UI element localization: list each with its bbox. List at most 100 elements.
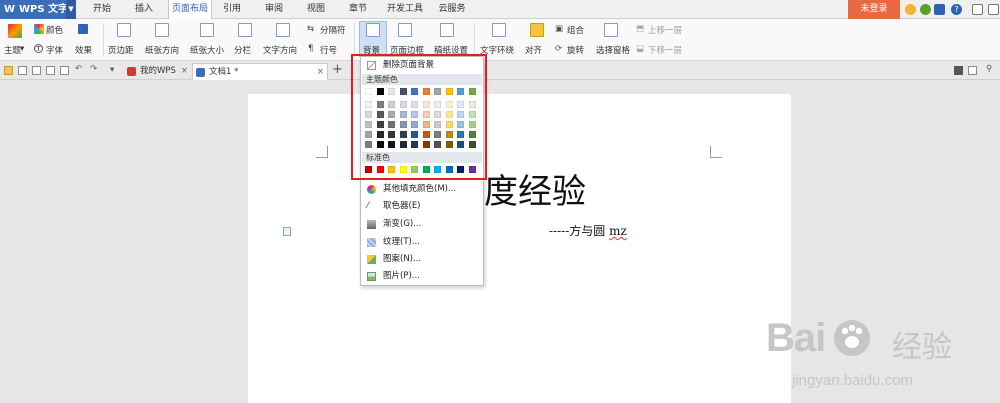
font-scheme-icon: [78, 24, 88, 34]
theme-dropdown-icon[interactable]: ▾: [20, 44, 24, 54]
help-icon[interactable]: ?: [951, 4, 962, 15]
align-button[interactable]: 对齐: [525, 44, 542, 56]
login-button[interactable]: 未登录: [848, 0, 900, 19]
document-author[interactable]: -----方与圆 mz: [549, 222, 627, 239]
export-pdf-icon[interactable]: [32, 66, 41, 75]
collapse-icon[interactable]: [968, 66, 977, 75]
app-name: WPS 文字: [19, 4, 69, 15]
send-backward-button[interactable]: 下移一层: [648, 44, 682, 56]
document-page[interactable]: [248, 94, 791, 403]
preview-icon[interactable]: [60, 66, 69, 75]
bring-forward-icon: ⬒: [636, 24, 645, 34]
baidu-paw-icon: [834, 320, 870, 356]
columns-button[interactable]: 分栏: [234, 44, 251, 56]
text-wrap-icon: [492, 23, 506, 37]
pattern-icon: [367, 255, 376, 264]
eyedropper-icon: ⁄: [367, 201, 369, 211]
selection-pane-icon: [604, 23, 618, 37]
color-button[interactable]: 颜色: [46, 24, 63, 36]
gradient-item[interactable]: 渐变(G)...: [361, 216, 483, 233]
margins-icon: [117, 23, 131, 37]
eyedropper-item[interactable]: ⁄ 取色器(E): [361, 198, 483, 215]
tab-home[interactable]: 开始: [88, 0, 116, 19]
background-icon: [366, 23, 380, 37]
doc-tab-document1[interactable]: 文档1 * ×: [192, 63, 328, 80]
paragraph-marker-icon[interactable]: [283, 227, 291, 236]
send-backward-icon: ⬓: [636, 44, 645, 54]
color-icon: [34, 24, 44, 34]
undo-icon[interactable]: ↶: [75, 64, 82, 74]
open-icon[interactable]: [4, 66, 13, 75]
pattern-item[interactable]: 图案(N)...: [361, 251, 483, 268]
doc-tab-label: 文档1 *: [209, 67, 239, 77]
wps-logo-icon: [127, 67, 136, 76]
rotate-icon: ⟳: [555, 44, 563, 54]
pattern-label: 图案(N)...: [383, 254, 422, 264]
tab-review[interactable]: 审阅: [258, 0, 290, 19]
divider: [474, 23, 475, 57]
minimize-ribbon-icon[interactable]: [972, 4, 983, 15]
doc-tab-label: 我的WPS: [140, 66, 176, 76]
separator-icon: ⇆: [307, 24, 315, 34]
document-title[interactable]: 度经验: [484, 164, 586, 213]
margin-corner-marker: [316, 146, 328, 158]
texture-item[interactable]: 纹理(T)...: [361, 234, 483, 251]
search-icon[interactable]: ⚲: [986, 64, 992, 74]
tab-references[interactable]: 引用: [218, 0, 246, 19]
save-icon[interactable]: [18, 66, 27, 75]
margins-button[interactable]: 页边距: [108, 44, 134, 56]
doc-tab-my-wps[interactable]: 我的WPS ×: [124, 63, 190, 80]
more-fill-colors-label: 其他填充颜色(M)...: [383, 184, 457, 194]
tab-developer[interactable]: 开发工具: [383, 0, 427, 19]
page-border-icon: [398, 23, 412, 37]
tab-chapter[interactable]: 章节: [343, 0, 373, 19]
watermark-url: jingyan.baidu.com: [792, 372, 913, 389]
tab-bar: ↶ ↷ ▾ 我的WPS × 文档1 * × + ⚲: [0, 61, 1000, 80]
font-button[interactable]: 字体: [46, 44, 63, 56]
pin-icon[interactable]: [954, 66, 963, 75]
close-icon[interactable]: ×: [181, 63, 188, 79]
options-icon[interactable]: [988, 4, 999, 15]
more-fill-colors-item[interactable]: 其他填充颜色(M)...: [361, 181, 483, 198]
bring-forward-button[interactable]: 上移一层: [648, 24, 682, 36]
tab-insert[interactable]: 插入: [128, 0, 160, 19]
tab-cloud[interactable]: 云服务: [432, 0, 472, 19]
skin-icon[interactable]: [905, 4, 916, 15]
line-number-icon: ¶: [308, 44, 314, 54]
color-wheel-icon: [367, 185, 376, 194]
share-icon[interactable]: [934, 4, 945, 15]
eyedropper-label: 取色器(E): [383, 201, 421, 211]
chevron-down-icon[interactable]: ▾: [110, 65, 114, 75]
group-icon: ▣: [555, 24, 564, 34]
ribbon: 主题 ▾ 颜色 T 字体 效果 页边距 纸张方向 纸张大小 分栏 文字方向 ⇆ …: [0, 19, 1000, 61]
print-icon[interactable]: [46, 66, 55, 75]
margin-corner-marker: [710, 146, 722, 158]
paper-size-button[interactable]: 纸张大小: [190, 44, 224, 56]
redo-icon[interactable]: ↷: [90, 64, 97, 74]
texture-icon: [367, 238, 376, 247]
app-menu-button[interactable]: W WPS 文字 ▼: [0, 0, 76, 19]
theme-button[interactable]: 主题: [4, 44, 21, 56]
text-direction-icon: [276, 23, 290, 37]
columns-icon: [238, 23, 252, 37]
theme-icon: [8, 24, 22, 38]
texture-label: 纹理(T)...: [383, 237, 420, 247]
rotate-button[interactable]: 旋转: [567, 44, 584, 56]
selection-pane-button[interactable]: 选择窗格: [596, 44, 630, 56]
picture-item[interactable]: 图片(P)...: [361, 268, 483, 285]
draft-paper-icon: [440, 23, 454, 37]
orientation-button[interactable]: 纸张方向: [145, 44, 179, 56]
tab-page-layout[interactable]: 页面布局: [168, 0, 212, 19]
line-numbers-button[interactable]: 行号: [320, 44, 337, 56]
close-icon[interactable]: ×: [317, 64, 324, 80]
effect-button[interactable]: 效果: [75, 44, 92, 56]
wps-logo-icon: W: [4, 4, 16, 15]
orientation-icon: [155, 23, 169, 37]
text-direction-button[interactable]: 文字方向: [263, 44, 297, 56]
tab-view[interactable]: 视图: [300, 0, 332, 19]
new-tab-button[interactable]: +: [332, 62, 343, 77]
font-icon: T: [34, 44, 43, 53]
group-button[interactable]: 组合: [567, 24, 584, 36]
separator-button[interactable]: 分隔符: [320, 24, 346, 36]
user-icon[interactable]: [920, 4, 931, 15]
